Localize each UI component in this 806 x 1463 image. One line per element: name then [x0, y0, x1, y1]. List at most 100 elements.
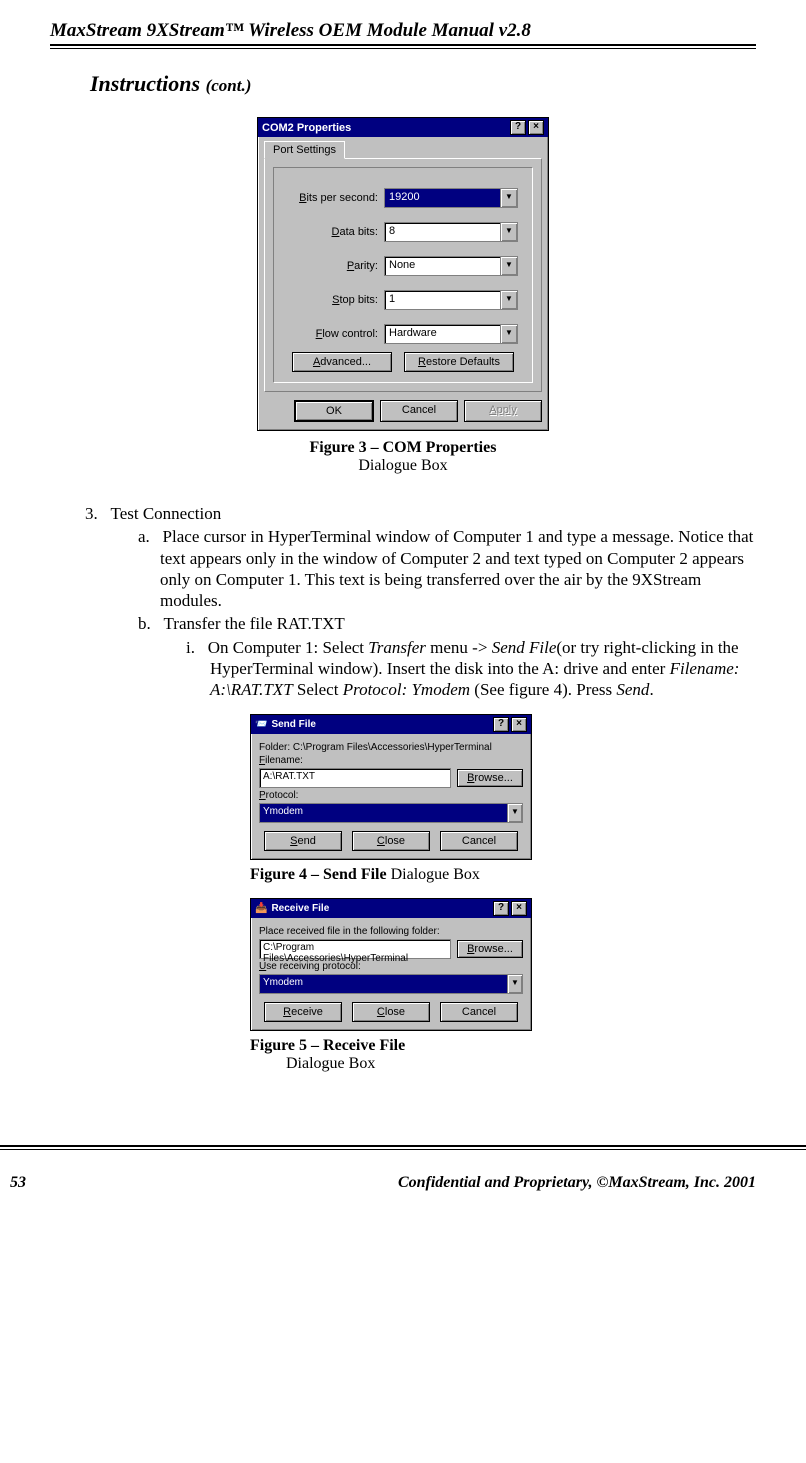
recv-folder-input[interactable]: C:\Program Files\Accessories\HyperTermin…: [259, 939, 451, 959]
bps-value: 19200: [385, 189, 500, 207]
figure3-bold: Figure 3 – COM Properties: [310, 439, 497, 456]
header-rule-thick: [50, 44, 756, 46]
close-icon[interactable]: ×: [511, 717, 527, 732]
list-i-mid4: (See figure 4). Press: [470, 680, 616, 699]
send-filename-label: Filename:: [259, 755, 523, 766]
section-heading: Instructions (cont.): [90, 71, 756, 97]
browse-button[interactable]: Browse...: [457, 769, 523, 787]
send-dialog-title: Send File: [271, 719, 315, 730]
section-heading-main: Instructions: [90, 71, 206, 96]
databits-value: 8: [385, 223, 500, 241]
databits-label: Data bits:: [288, 226, 378, 238]
send-filename-input[interactable]: A:\RAT.TXT: [259, 768, 451, 788]
chevron-down-icon[interactable]: ▼: [500, 291, 517, 309]
receive-button[interactable]: Receive: [264, 1002, 342, 1022]
recv-place-label: Place received file in the following fol…: [259, 926, 523, 937]
parity-label: Parity:: [288, 260, 378, 272]
send-protocol-value: Ymodem: [260, 804, 507, 822]
recv-protocol-combo[interactable]: Ymodem ▼: [259, 974, 523, 994]
parity-value: None: [385, 257, 500, 275]
list-item-a: a. Place cursor in HyperTerminal window …: [160, 526, 756, 611]
stopbits-combo[interactable]: 1 ▼: [384, 290, 518, 310]
dialog-footer: OK Cancel Apply: [258, 392, 548, 430]
cancel-button[interactable]: Cancel: [380, 400, 458, 422]
settings-group: Bits per second: 19200 ▼ Data bits: 8 ▼ …: [273, 167, 533, 383]
bps-combo[interactable]: 19200 ▼: [384, 188, 518, 208]
send-dialog-titlebar: 📨 Send File ? ×: [251, 715, 531, 734]
list-letter-b: b.: [138, 614, 151, 633]
close-icon[interactable]: ×: [528, 120, 544, 135]
flow-value: Hardware: [385, 325, 500, 343]
list-item-i: i. On Computer 1: Select Transfer menu -…: [210, 637, 756, 701]
footer-text: Confidential and Proprietary, ©MaxStream…: [398, 1174, 756, 1192]
help-icon[interactable]: ?: [510, 120, 526, 135]
advanced-button[interactable]: Advanced...: [292, 352, 392, 372]
page-number: 53: [10, 1174, 26, 1192]
com-dialog-title: COM2 Properties: [262, 122, 351, 134]
recv-dialog-titlebar: 📥 Receive File ? ×: [251, 899, 531, 918]
list-i-sendfile: Send File: [492, 638, 557, 657]
doc-title: MaxStream 9XStream™ Wireless OEM Module …: [50, 20, 756, 42]
stopbits-label: Stop bits:: [288, 294, 378, 306]
list-i-protocol: Protocol: Ymodem: [343, 680, 470, 699]
list-item-3: 3. Test Connection: [110, 503, 756, 524]
parity-combo[interactable]: None ▼: [384, 256, 518, 276]
list-i-mid3: Select: [293, 680, 343, 699]
send-button[interactable]: Send: [264, 831, 342, 851]
chevron-down-icon[interactable]: ▼: [500, 223, 517, 241]
list-i-end: .: [649, 680, 653, 699]
close-button[interactable]: Close: [352, 831, 430, 851]
section-heading-cont: (cont.): [206, 76, 252, 95]
chevron-down-icon[interactable]: ▼: [500, 257, 517, 275]
figure3-rest: Dialogue Box: [358, 457, 447, 474]
figure4-rest: Dialogue Box: [387, 866, 480, 883]
send-folder-label: Folder: C:\Program Files\Accessories\Hyp…: [259, 742, 523, 753]
send-protocol-combo[interactable]: Ymodem ▼: [259, 803, 523, 823]
figure5-bold: Figure 5 – Receive File: [250, 1037, 405, 1054]
chevron-down-icon[interactable]: ▼: [507, 975, 522, 993]
close-button[interactable]: Close: [352, 1002, 430, 1022]
stopbits-value: 1: [385, 291, 500, 309]
cancel-button[interactable]: Cancel: [440, 1002, 518, 1022]
figure5-caption: Figure 5 – Receive File Dialogue Box: [250, 1037, 530, 1073]
list-roman-i: i.: [186, 638, 195, 657]
cancel-button[interactable]: Cancel: [440, 831, 518, 851]
browse-button[interactable]: Browse...: [457, 940, 523, 958]
page-footer: 53 Confidential and Proprietary, ©MaxStr…: [0, 1174, 806, 1210]
receive-file-dialog: 📥 Receive File ? × Place received file i…: [250, 898, 532, 1031]
list-3-text: Test Connection: [111, 504, 222, 523]
apply-button[interactable]: Apply: [464, 400, 542, 422]
list-i-mid1: menu ->: [426, 638, 492, 657]
close-icon[interactable]: ×: [511, 901, 527, 916]
figure5-rest: Dialogue Box: [282, 1055, 375, 1072]
list-b-text: Transfer the file RAT.TXT: [164, 614, 345, 633]
figure4-caption: Figure 4 – Send File Dialogue Box: [250, 866, 530, 884]
list-a-text: Place cursor in HyperTerminal window of …: [160, 527, 753, 610]
footer-rule-thick: [0, 1145, 806, 1147]
com-properties-dialog: COM2 Properties ? × Port Settings Bits p…: [257, 117, 549, 431]
flow-combo[interactable]: Hardware ▼: [384, 324, 518, 344]
send-protocol-label: Protocol:: [259, 790, 523, 801]
figure4-bold: Figure 4 – Send File: [250, 866, 387, 883]
tab-panel: Bits per second: 19200 ▼ Data bits: 8 ▼ …: [264, 158, 542, 392]
chevron-down-icon[interactable]: ▼: [507, 804, 522, 822]
list-letter-a: a.: [138, 527, 150, 546]
list-item-b: b. Transfer the file RAT.TXT: [160, 613, 756, 634]
help-icon[interactable]: ?: [493, 901, 509, 916]
restore-defaults-button[interactable]: Restore Defaults: [404, 352, 514, 372]
header-rule-thin: [50, 48, 756, 49]
bps-label: Bits per second:: [288, 192, 378, 204]
recv-dialog-title: Receive File: [271, 903, 329, 914]
tab-port-settings[interactable]: Port Settings: [264, 141, 345, 159]
list-i-transfer: Transfer: [368, 638, 426, 657]
chevron-down-icon[interactable]: ▼: [500, 325, 517, 343]
list-i-send: Send: [616, 680, 649, 699]
figure3-caption: Figure 3 – COM Properties Dialogue Box: [50, 439, 756, 475]
footer-rule-thin: [0, 1149, 806, 1150]
ok-button[interactable]: OK: [294, 400, 374, 422]
list-num-3: 3.: [85, 504, 98, 523]
chevron-down-icon[interactable]: ▼: [500, 189, 517, 207]
recv-protocol-value: Ymodem: [260, 975, 507, 993]
databits-combo[interactable]: 8 ▼: [384, 222, 518, 242]
help-icon[interactable]: ?: [493, 717, 509, 732]
